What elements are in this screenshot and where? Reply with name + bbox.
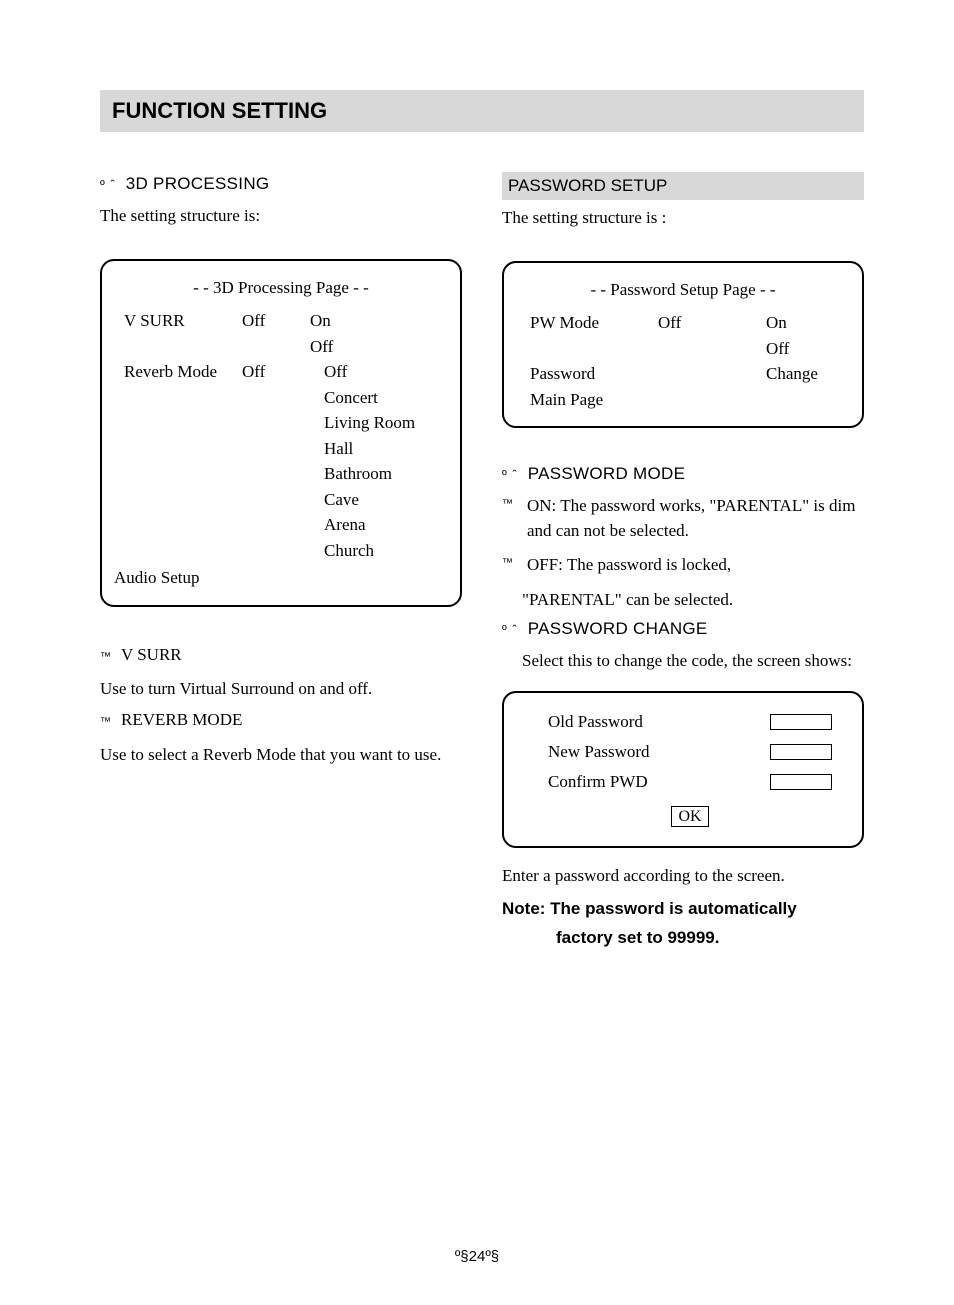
reverb-subhead: REVERB MODE bbox=[121, 708, 242, 733]
pwmode-opt-0: On bbox=[746, 310, 836, 336]
vsurr-current: Off bbox=[242, 308, 302, 334]
reverb-desc: Use to select a Reverb Mode that you wan… bbox=[100, 743, 462, 768]
section-heading-3d: 3D PROCESSING bbox=[126, 174, 270, 194]
panel-title-3d: - - 3D Processing Page - - bbox=[124, 275, 438, 301]
sub-bullet-icon: ™ bbox=[100, 716, 111, 728]
enter-password-text: Enter a password according to the screen… bbox=[502, 864, 864, 889]
intro-text-3d: The setting structure is: bbox=[100, 204, 462, 229]
right-column: PASSWORD SETUP The setting structure is … bbox=[502, 172, 864, 953]
reverb-opt-2: Living Room bbox=[310, 410, 438, 436]
pwmode-on-text: ON: The password works, "PARENTAL" is di… bbox=[523, 494, 864, 543]
reverb-opt-1: Concert bbox=[310, 385, 438, 411]
reverb-current: Off bbox=[242, 359, 302, 385]
vsurr-label: V SURR bbox=[124, 308, 234, 334]
pwchange-desc: Select this to change the code, the scre… bbox=[502, 649, 864, 674]
section-heading-password-change: PASSWORD CHANGE bbox=[528, 619, 708, 639]
reverb-opt-3: Hall bbox=[310, 436, 438, 462]
pwmode-current: Off bbox=[658, 310, 738, 336]
panel-password-change: Old Password New Password Confirm PWD OK bbox=[502, 691, 864, 848]
bullet-icon: º ˆ bbox=[100, 177, 116, 192]
page-number: º§24º§ bbox=[0, 1248, 954, 1265]
pwmode-off-text2: "PARENTAL" can be selected. bbox=[502, 588, 864, 613]
sub-bullet-icon: ™ bbox=[100, 651, 111, 663]
reverb-label: Reverb Mode bbox=[124, 359, 234, 385]
reverb-opt-7: Church bbox=[310, 538, 438, 564]
password-value: Change bbox=[746, 361, 836, 387]
pwmode-label: PW Mode bbox=[530, 310, 650, 336]
panel-title-password: - - Password Setup Page - - bbox=[530, 277, 836, 303]
vsurr-opt-1: Off bbox=[310, 334, 438, 360]
panel-password-setup: - - Password Setup Page - - PW Mode Off … bbox=[502, 261, 864, 429]
note-line2: factory set to 99999. bbox=[502, 924, 864, 953]
panel-footer-audio-setup: Audio Setup bbox=[114, 565, 438, 591]
left-column: º ˆ 3D PROCESSING The setting structure … bbox=[100, 172, 462, 953]
sub-bullet-icon: ™ bbox=[502, 494, 513, 510]
vsurr-subhead: V SURR bbox=[121, 643, 182, 668]
ok-button[interactable]: OK bbox=[671, 806, 708, 827]
vsurr-desc: Use to turn Virtual Surround on and off. bbox=[100, 677, 462, 702]
vsurr-opt-0: On bbox=[310, 308, 438, 334]
old-password-field[interactable] bbox=[770, 714, 832, 730]
bullet-icon: º ˆ bbox=[502, 622, 518, 637]
new-password-field[interactable] bbox=[770, 744, 832, 760]
bullet-icon: º ˆ bbox=[502, 467, 518, 482]
section-heading-password-setup: PASSWORD SETUP bbox=[502, 172, 864, 200]
old-password-label: Old Password bbox=[548, 707, 643, 737]
note-line1: Note: The password is automatically bbox=[502, 895, 864, 924]
section-heading-password-mode: PASSWORD MODE bbox=[528, 464, 686, 484]
new-password-label: New Password bbox=[548, 737, 650, 767]
reverb-opt-5: Cave bbox=[310, 487, 438, 513]
sub-bullet-icon: ™ bbox=[502, 553, 513, 569]
confirm-password-label: Confirm PWD bbox=[548, 767, 648, 797]
pwmode-opt-1: Off bbox=[746, 336, 836, 362]
reverb-opt-0: Off bbox=[310, 359, 438, 385]
intro-text-password: The setting structure is : bbox=[502, 206, 864, 231]
page-title: FUNCTION SETTING bbox=[100, 90, 864, 132]
reverb-opt-4: Bathroom bbox=[310, 461, 438, 487]
reverb-opt-6: Arena bbox=[310, 512, 438, 538]
confirm-password-field[interactable] bbox=[770, 774, 832, 790]
mainpage-label: Main Page bbox=[530, 387, 836, 413]
panel-3d-processing: - - 3D Processing Page - - V SURR Off On… bbox=[100, 259, 462, 607]
password-label: Password bbox=[530, 361, 650, 387]
pwmode-off-text1: OFF: The password is locked, bbox=[523, 553, 731, 578]
